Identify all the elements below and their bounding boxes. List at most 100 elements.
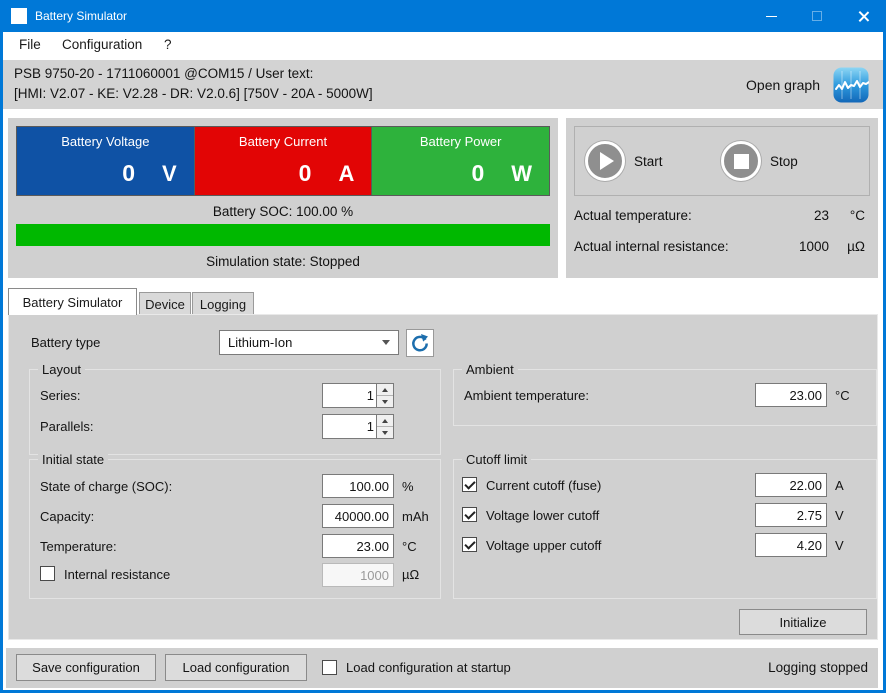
initial-state-group: Initial state State of charge (SOC): % C…	[29, 459, 441, 599]
soc-field-label: State of charge (SOC):	[40, 479, 172, 494]
internal-resistance-label: Internal resistance	[64, 567, 170, 582]
internal-resistance-field	[322, 563, 394, 587]
meter-title: Battery Power	[372, 134, 549, 149]
current-cutoff-label: Current cutoff (fuse)	[486, 478, 601, 493]
voltage-lower-cutoff-checkbox[interactable]	[462, 507, 477, 522]
soc-field[interactable]	[322, 474, 394, 498]
battery-type-label: Battery type	[31, 335, 100, 350]
menu-help[interactable]: ?	[164, 37, 172, 52]
stop-label: Stop	[770, 154, 798, 169]
ambient-group: Ambient Ambient temperature: °C	[453, 369, 877, 426]
series-spin-down[interactable]	[377, 395, 393, 407]
layout-group-title: Layout	[38, 362, 85, 377]
open-graph-label: Open graph	[746, 77, 820, 93]
spin-up-icon	[382, 388, 388, 392]
device-info-line2: [HMI: V2.07 - KE: V2.28 - DR: V2.0.6] [7…	[14, 86, 373, 101]
window-border-left	[0, 32, 3, 693]
initialize-button[interactable]: Initialize	[739, 609, 867, 635]
load-at-startup-label: Load configuration at startup	[346, 660, 511, 675]
start-circle[interactable]	[585, 141, 625, 181]
chevron-down-icon	[382, 340, 390, 345]
menu-file[interactable]: File	[19, 37, 41, 52]
start-stop-box: Start Stop	[574, 126, 870, 196]
ambient-temperature-label: Ambient temperature:	[464, 388, 589, 403]
current-cutoff-field[interactable]	[755, 473, 827, 497]
current-cutoff-unit: A	[835, 478, 844, 493]
ambient-temperature-unit: °C	[835, 388, 850, 403]
power-value: 0	[471, 160, 484, 187]
graph-icon	[833, 67, 869, 103]
series-spinner[interactable]: 1	[322, 383, 394, 408]
refresh-icon	[410, 333, 430, 353]
load-at-startup-checkbox[interactable]	[322, 660, 337, 675]
tab-battery-simulator[interactable]: Battery Simulator	[8, 288, 137, 315]
voltage-upper-cutoff-checkbox[interactable]	[462, 537, 477, 552]
voltage-lower-cutoff-field[interactable]	[755, 503, 827, 527]
parallels-spin-down[interactable]	[377, 426, 393, 438]
simulation-state-label: Simulation state: Stopped	[8, 254, 558, 269]
control-panel: Start Stop Actual temperature: 23 °C Act…	[566, 118, 878, 278]
current-cutoff-checkbox[interactable]	[462, 477, 477, 492]
menubar: File Configuration ?	[0, 32, 886, 60]
meter-title: Battery Current	[195, 134, 372, 149]
voltage-upper-cutoff-label: Voltage upper cutoff	[486, 538, 601, 553]
temperature-unit: °C	[402, 539, 417, 554]
minimize-button[interactable]	[748, 0, 794, 32]
battery-type-select[interactable]: Lithium-Ion	[219, 330, 399, 355]
tab-device[interactable]: Device	[139, 292, 191, 315]
maximize-icon	[812, 11, 822, 21]
battery-simulator-tab-panel: Battery type Lithium-Ion Layout Series: …	[8, 314, 878, 640]
open-graph-button[interactable]: Open graph	[746, 67, 869, 103]
menu-configuration[interactable]: Configuration	[62, 37, 142, 52]
close-button[interactable]	[840, 0, 886, 32]
parallels-label: Parallels:	[40, 419, 93, 434]
readout-value: 1000	[759, 239, 829, 254]
voltage-lower-cutoff-unit: V	[835, 508, 844, 523]
parallels-spin-up[interactable]	[377, 415, 393, 426]
current-unit: A	[338, 161, 354, 187]
maximize-button	[794, 0, 840, 32]
battery-power-meter: Battery Power 0 W	[371, 127, 549, 195]
initial-state-group-title: Initial state	[38, 452, 108, 467]
stop-circle[interactable]	[721, 141, 761, 181]
start-button[interactable]: Start	[585, 141, 663, 181]
parallels-spinner[interactable]: 1	[322, 414, 394, 439]
start-label: Start	[634, 154, 663, 169]
voltage-unit: V	[162, 161, 177, 187]
cutoff-limit-group: Cutoff limit Current cutoff (fuse) A Vol…	[453, 459, 877, 599]
bottom-bar: Save configuration Load configuration Lo…	[6, 648, 878, 688]
ambient-group-title: Ambient	[462, 362, 518, 377]
battery-current-meter: Battery Current 0 A	[194, 127, 372, 195]
voltage-upper-cutoff-field[interactable]	[755, 533, 827, 557]
internal-resistance-unit: µΩ	[402, 567, 419, 582]
load-configuration-button[interactable]: Load configuration	[165, 654, 307, 681]
device-info-line1: PSB 9750-20 - 1711060001 @COM15 / User t…	[14, 66, 313, 81]
app-icon	[11, 8, 27, 24]
ambient-temperature-field[interactable]	[755, 383, 827, 407]
internal-resistance-checkbox[interactable]	[40, 566, 55, 581]
stop-icon	[734, 154, 749, 169]
battery-simulator-window: Battery Simulator File Configuration ? P…	[0, 0, 886, 693]
temperature-field[interactable]	[322, 534, 394, 558]
refresh-button[interactable]	[406, 329, 434, 357]
save-configuration-button[interactable]: Save configuration	[16, 654, 156, 681]
readout-unit: µΩ	[829, 239, 865, 254]
temperature-label: Temperature:	[40, 539, 117, 554]
close-icon	[857, 10, 870, 23]
tab-logging[interactable]: Logging	[192, 292, 254, 315]
capacity-field[interactable]	[322, 504, 394, 528]
stop-button[interactable]: Stop	[721, 141, 798, 181]
battery-type-value: Lithium-Ion	[228, 335, 292, 350]
battery-voltage-meter: Battery Voltage 0 V	[17, 127, 194, 195]
meter-row: Battery Voltage 0 V Battery Current 0 A …	[16, 126, 550, 196]
play-icon	[600, 152, 614, 170]
capacity-label: Capacity:	[40, 509, 94, 524]
power-unit: W	[511, 161, 532, 187]
window-title: Battery Simulator	[35, 9, 127, 23]
soc-unit: %	[402, 479, 414, 494]
minimize-icon	[766, 16, 777, 17]
series-spin-up[interactable]	[377, 384, 393, 395]
spin-down-icon	[382, 431, 388, 435]
series-label: Series:	[40, 388, 80, 403]
readout-label: Actual internal resistance:	[574, 239, 759, 254]
